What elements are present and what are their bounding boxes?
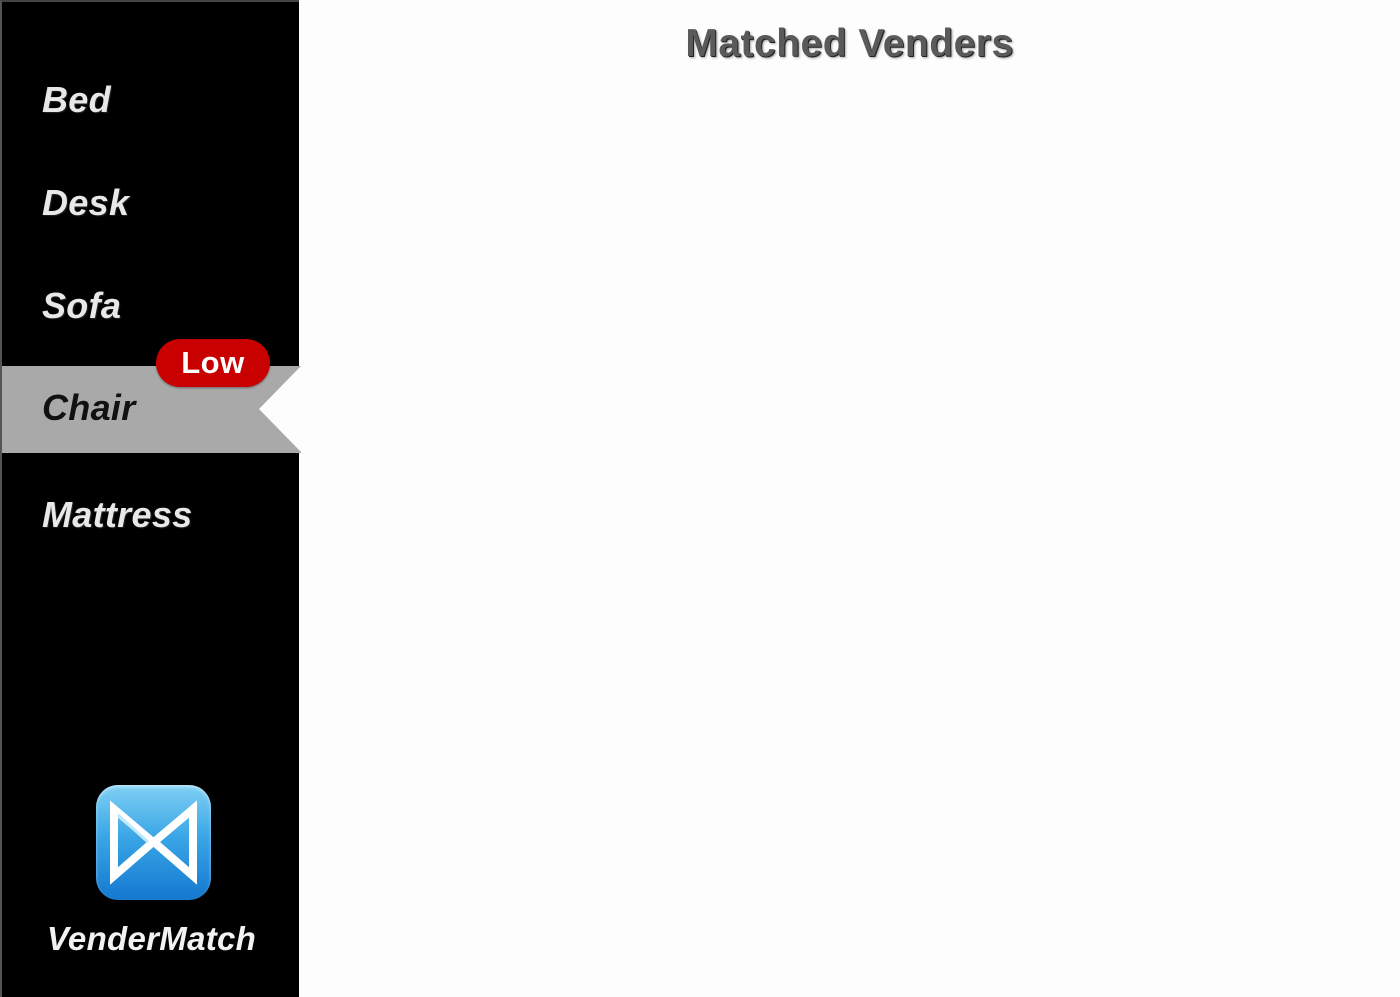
main-content <box>299 0 1400 997</box>
sidebar-item-bed[interactable]: Bed <box>2 75 301 125</box>
sidebar: Bed Desk Sofa Chair Low Mattress VenderM… <box>0 0 301 997</box>
sidebar-item-mattress[interactable]: Mattress <box>2 490 301 540</box>
brand-name: VenderMatch <box>46 920 257 957</box>
status-badge: Low <box>156 339 270 387</box>
sidebar-item-desk[interactable]: Desk <box>2 178 301 228</box>
sidebar-item-label: Desk <box>42 182 130 223</box>
sidebar-item-label: Sofa <box>42 285 122 326</box>
sidebar-item-label: Bed <box>42 79 111 120</box>
sidebar-item-label: Mattress <box>42 494 193 535</box>
sidebar-item-label: Chair <box>42 387 136 428</box>
sidebar-item-sofa[interactable]: Sofa <box>2 281 301 331</box>
page-title: Matched Venders <box>685 22 1014 65</box>
bowtie-x-logo-icon <box>96 785 211 900</box>
selected-pointer-notch <box>259 366 301 452</box>
